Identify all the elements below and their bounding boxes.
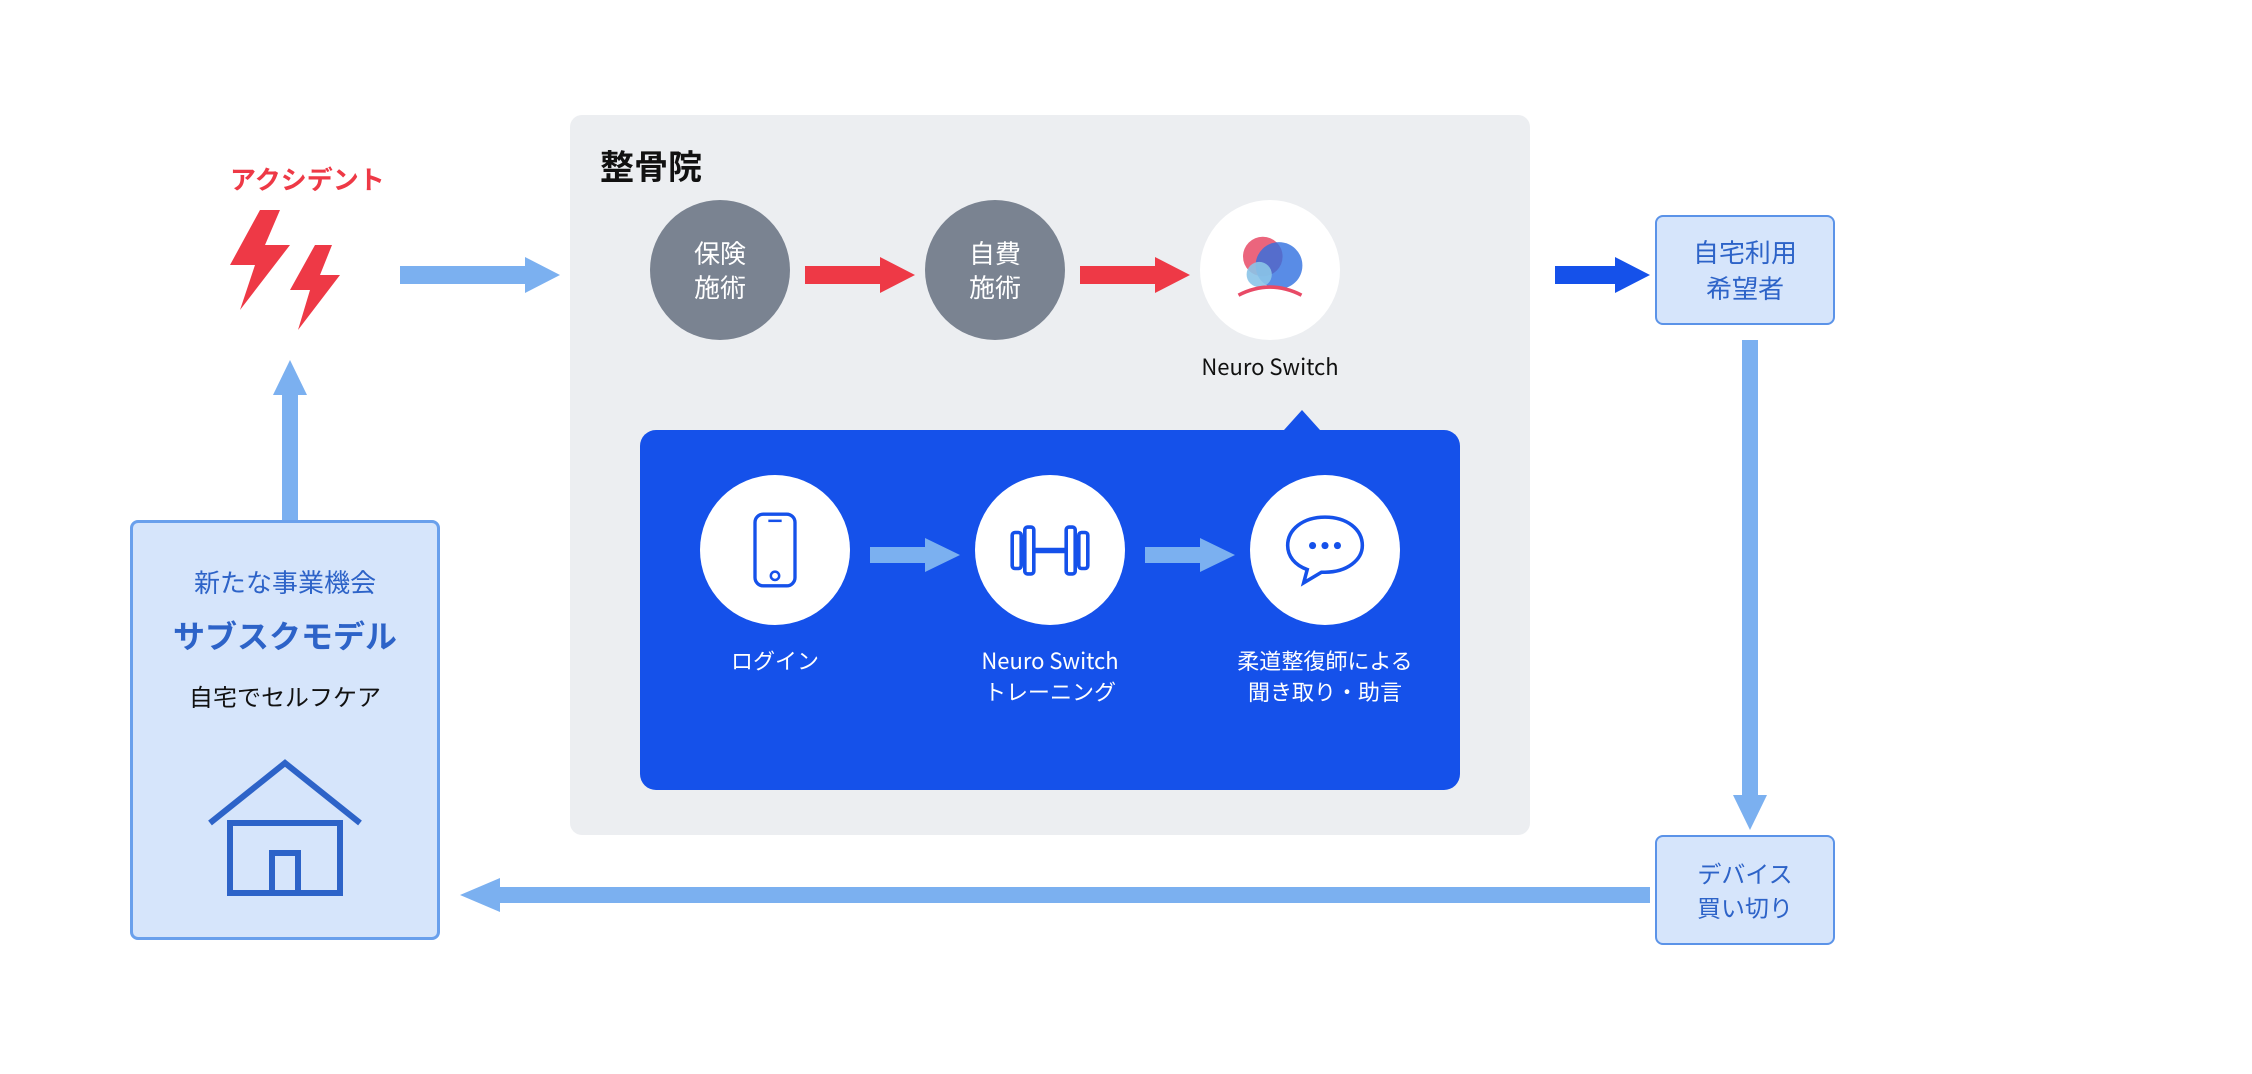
process-advice-label: 柔道整復師による 聞き取り・助言 bbox=[1215, 645, 1435, 707]
speech-bubble-icon bbox=[1280, 510, 1370, 590]
arrow-login-to-training bbox=[870, 535, 960, 575]
arrow-homeuser-to-device bbox=[1730, 340, 1770, 830]
arrow-opportunity-to-accident bbox=[270, 360, 310, 520]
process-step-advice bbox=[1250, 475, 1400, 625]
node-selfpay-label: 自費 施術 bbox=[969, 236, 1021, 304]
arrow-insurance-to-self bbox=[805, 255, 915, 295]
node-insurance-treatment: 保険 施術 bbox=[650, 200, 790, 340]
diagram-canvas: アクシデント 整骨院 保険 施術 自費 施術 Neuro Switch bbox=[0, 0, 2252, 1074]
node-neuro-switch bbox=[1200, 200, 1340, 340]
process-login-label: ログイン bbox=[665, 645, 885, 676]
opportunity-line1: 新たな事業機会 bbox=[133, 563, 437, 600]
neuro-switch-label: Neuro Switch bbox=[1200, 350, 1340, 382]
opportunity-line3: 自宅でセルフケア bbox=[133, 678, 437, 713]
box-device-purchase: デバイス 買い切り bbox=[1655, 835, 1835, 945]
opportunity-card: 新たな事業機会 サブスクモデル 自宅でセルフケア bbox=[130, 520, 440, 940]
node-insurance-label: 保険 施術 bbox=[694, 236, 746, 304]
arrow-neuro-to-homeuser bbox=[1555, 255, 1650, 295]
process-step-login bbox=[700, 475, 850, 625]
smartphone-icon bbox=[750, 510, 800, 590]
box-device-purchase-label: デバイス 買い切り bbox=[1697, 856, 1793, 923]
arrow-self-to-neuro bbox=[1080, 255, 1190, 295]
opportunity-line2: サブスクモデル bbox=[133, 612, 437, 658]
house-icon bbox=[200, 753, 370, 903]
arrow-device-to-opportunity bbox=[460, 875, 1650, 915]
process-training-label: Neuro Switch トレーニング bbox=[940, 645, 1160, 707]
arrow-training-to-advice bbox=[1145, 535, 1235, 575]
box-home-user-label: 自宅利用 希望者 bbox=[1693, 234, 1797, 307]
neuro-switch-logo-icon bbox=[1225, 225, 1315, 315]
clinic-title: 整骨院 bbox=[600, 140, 702, 189]
process-step-training bbox=[975, 475, 1125, 625]
box-home-user: 自宅利用 希望者 bbox=[1655, 215, 1835, 325]
arrow-accident-to-clinic bbox=[400, 255, 560, 295]
node-selfpay-treatment: 自費 施術 bbox=[925, 200, 1065, 340]
accident-label: アクシデント bbox=[230, 160, 385, 197]
dumbbell-icon bbox=[1005, 523, 1095, 578]
lightning-icon bbox=[220, 210, 360, 340]
